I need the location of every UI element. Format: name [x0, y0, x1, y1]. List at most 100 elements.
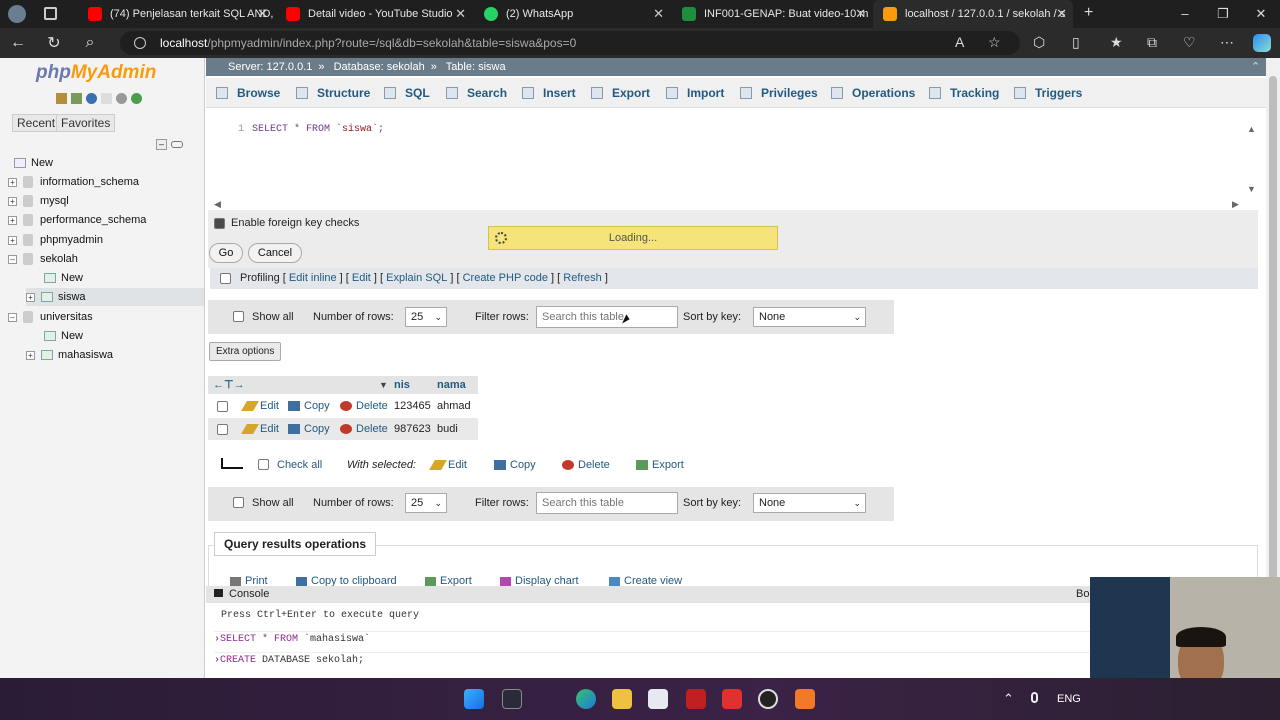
tree-item-universitas-new[interactable]: New: [44, 327, 83, 345]
store-icon[interactable]: [648, 689, 668, 709]
tab-actions-icon[interactable]: [44, 7, 57, 20]
system-tray-chevron-icon[interactable]: ⌃: [1003, 691, 1014, 707]
favorites-icon[interactable]: ★: [1110, 34, 1123, 51]
windows-start-icon[interactable]: [464, 689, 484, 709]
filter-rows-input-top[interactable]: [536, 306, 678, 328]
close-icon[interactable]: ✕: [1056, 6, 1067, 22]
extensions-icon[interactable]: ⬡: [1033, 34, 1045, 51]
row-copy-link[interactable]: Copy: [288, 395, 330, 417]
collapse-icon[interactable]: –: [8, 312, 17, 322]
collections-icon[interactable]: ⧉: [1147, 34, 1157, 51]
row-copy-link[interactable]: Copy: [288, 418, 330, 440]
row-delete-link[interactable]: Delete: [340, 418, 388, 440]
tab-operations[interactable]: Operations: [831, 86, 915, 100]
search-icon[interactable]: ⌕: [72, 34, 108, 52]
show-all-checkbox-top[interactable]: [233, 311, 244, 322]
tab-search[interactable]: Search: [446, 86, 507, 100]
edit-inline-link[interactable]: Edit inline: [289, 268, 337, 289]
bulk-export-button[interactable]: Export: [636, 459, 684, 471]
bulk-delete-button[interactable]: Delete: [562, 459, 610, 471]
tree-item-universitas[interactable]: – universitas: [8, 308, 93, 326]
language-indicator[interactable]: ENG: [1057, 693, 1081, 705]
expand-icon[interactable]: +: [8, 177, 17, 187]
browser-essentials-icon[interactable]: ♡: [1183, 34, 1196, 51]
expand-icon[interactable]: +: [8, 196, 17, 206]
tab-browse[interactable]: Browse: [216, 86, 280, 100]
browser-tab-4[interactable]: INF001-GENAP: Buat video-10 m ✕: [672, 0, 872, 28]
tab-triggers[interactable]: Triggers: [1014, 86, 1082, 100]
tab-insert[interactable]: Insert: [522, 86, 576, 100]
more-menu-icon[interactable]: ⋯: [1220, 34, 1234, 51]
check-all-label[interactable]: Check all: [277, 459, 322, 471]
expand-icon[interactable]: +: [8, 235, 17, 245]
split-screen-icon[interactable]: ▯: [1072, 34, 1080, 51]
cell-nis[interactable]: 987623: [394, 418, 431, 440]
close-window-icon[interactable]: ✕: [1242, 0, 1280, 28]
breadcrumb-server[interactable]: Server: 127.0.0.1: [228, 61, 312, 73]
browser-tab-5[interactable]: localhost / 127.0.0.1 / sekolah / s ✕: [873, 0, 1073, 28]
console-history-line[interactable]: ›CREATE DATABASE sekolah;: [214, 652, 1090, 666]
expand-icon[interactable]: +: [26, 292, 35, 302]
editor-scroll-right-icon[interactable]: ▶: [1232, 199, 1239, 210]
favorite-star-icon[interactable]: ☆: [988, 34, 1001, 51]
breadcrumb-database[interactable]: Database: sekolah: [334, 61, 425, 73]
profiling-checkbox[interactable]: [220, 273, 231, 284]
cell-nis[interactable]: 123465: [394, 395, 431, 417]
foreign-key-checkbox[interactable]: [214, 217, 225, 229]
tab-import[interactable]: Import: [666, 86, 724, 100]
wps-office-icon[interactable]: [722, 689, 742, 709]
tab-export[interactable]: Export: [591, 86, 650, 100]
browser-tab-1[interactable]: (74) Penjelasan terkait SQL AND, ✕: [78, 0, 274, 28]
tree-item-phpmyadmin[interactable]: + phpmyadmin: [8, 231, 103, 249]
reload-icon[interactable]: [131, 93, 142, 104]
column-header-nama[interactable]: nama: [437, 376, 466, 394]
recent-button[interactable]: Recent: [12, 114, 61, 132]
tree-item-new[interactable]: New: [14, 154, 53, 172]
column-resize-arrows-icon[interactable]: ←⊤→: [213, 376, 245, 394]
minimize-icon[interactable]: –: [1166, 0, 1204, 28]
rows-select-bottom[interactable]: 25 ⌄: [405, 493, 447, 513]
console-history-line[interactable]: ›SELECT * FROM `mahasiswa`: [214, 631, 1090, 645]
sort-select-bottom[interactable]: None ⌄: [753, 493, 866, 513]
bulk-edit-button[interactable]: Edit: [429, 459, 467, 471]
cell-nama[interactable]: ahmad: [437, 395, 471, 417]
editor-scroll-left-icon[interactable]: ◀: [214, 199, 221, 210]
explain-sql-link[interactable]: Explain SQL: [386, 268, 447, 289]
close-icon[interactable]: ✕: [653, 6, 664, 22]
browser-tab-2[interactable]: Detail video - YouTube Studio ✕: [276, 0, 472, 28]
settings-icon[interactable]: [116, 93, 127, 104]
row-edit-link[interactable]: Edit: [241, 418, 279, 440]
column-header-nis[interactable]: nis: [394, 376, 410, 394]
profile-icon[interactable]: [8, 5, 26, 23]
tree-item-sekolah[interactable]: – sekolah: [8, 250, 78, 268]
row-checkbox[interactable]: [217, 401, 228, 412]
app-icon[interactable]: [502, 689, 522, 709]
link-with-main-icon[interactable]: [171, 141, 183, 148]
help-icon[interactable]: [86, 93, 97, 104]
row-checkbox[interactable]: [217, 424, 228, 435]
logout-icon[interactable]: [71, 93, 82, 104]
editor-scroll-down-icon[interactable]: ▼: [1247, 184, 1256, 194]
presentation-app-icon[interactable]: [686, 689, 706, 709]
microphone-icon[interactable]: [1031, 692, 1038, 703]
extra-options-button[interactable]: Extra options: [209, 342, 282, 361]
show-all-checkbox-bottom[interactable]: [233, 497, 244, 508]
tab-structure[interactable]: Structure: [296, 86, 370, 100]
copilot-icon[interactable]: [1253, 34, 1271, 52]
expand-icon[interactable]: +: [26, 350, 35, 360]
tree-item-siswa[interactable]: + siswa: [26, 288, 204, 306]
cell-nama[interactable]: budi: [437, 418, 458, 440]
sort-select-top[interactable]: None ⌄: [753, 307, 866, 327]
xampp-icon[interactable]: [795, 689, 815, 709]
tree-item-sekolah-new[interactable]: New: [44, 269, 83, 287]
info-icon[interactable]: [134, 37, 146, 49]
close-icon[interactable]: ✕: [455, 6, 466, 22]
go-button[interactable]: Go: [209, 243, 243, 263]
expand-icon[interactable]: +: [8, 215, 17, 225]
check-all-checkbox[interactable]: [258, 459, 269, 470]
filter-rows-input-bottom[interactable]: [536, 492, 678, 514]
collapse-icon[interactable]: –: [8, 254, 17, 264]
row-edit-link[interactable]: Edit: [241, 395, 279, 417]
scrollbar-thumb[interactable]: [1269, 76, 1277, 586]
sort-descending-icon[interactable]: ▼: [379, 376, 388, 394]
